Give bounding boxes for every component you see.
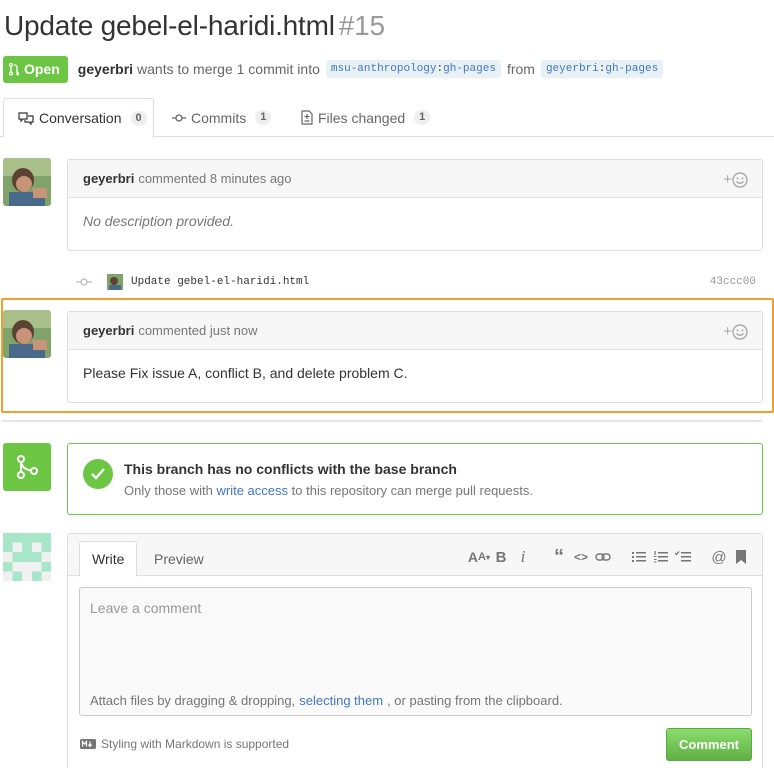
comment-button[interactable]: Comment — [666, 728, 752, 761]
pr-title-text: Update gebel-el-haridi.html — [4, 10, 335, 41]
markdown-icon — [80, 739, 96, 749]
saved-reply-icon[interactable] — [730, 548, 752, 566]
quote-icon[interactable]: “ — [548, 546, 570, 568]
task-list-icon[interactable] — [672, 548, 694, 566]
base-branch-name: gh-pages — [443, 63, 496, 75]
tab-commits-label: Commits — [191, 109, 247, 126]
comment-body: No description provided. — [83, 213, 234, 229]
commit-sha[interactable]: 43ccc00 — [710, 276, 756, 288]
format-tools: A A ▾ B i “ <> @ — [468, 546, 752, 568]
tab-conversation[interactable]: Conversation 0 — [3, 98, 154, 138]
file-attach-area[interactable]: Attach files by dragging & dropping, sel… — [79, 686, 752, 716]
commit-message[interactable]: Update gebel-el-haridi.html — [131, 276, 309, 288]
attach-after: , or pasting from the clipboard. — [387, 693, 563, 708]
code-icon[interactable]: <> — [570, 548, 592, 566]
select-files-link[interactable]: selecting them — [299, 693, 383, 708]
tab-conversation-count: 0 — [130, 110, 147, 126]
merge-sub-before: Only those with — [124, 483, 213, 498]
pr-meta: Open geyerbri wants to merge 1 commit in… — [3, 55, 669, 83]
from-text: from — [506, 61, 535, 77]
pr-title: Update gebel-el-haridi.html #15 — [4, 10, 385, 42]
check-icon — [83, 459, 113, 489]
markdown-help-link[interactable]: Styling with Markdown is supported — [80, 737, 289, 751]
comment-author[interactable]: geyerbri — [83, 171, 134, 186]
tab-write[interactable]: Write — [79, 541, 138, 577]
avatar[interactable] — [3, 158, 51, 206]
pr-number: #15 — [338, 10, 385, 41]
comment-textarea[interactable]: Leave a comment — [79, 587, 752, 687]
commit-author-avatar[interactable] — [107, 274, 123, 290]
comment-header: geyerbri commented 8 minutes ago + — [68, 160, 762, 198]
base-branch: msu-anthropology:gh-pages — [325, 60, 501, 78]
state-badge: Open — [3, 55, 68, 83]
comment-card: geyerbri commented 8 minutes ago + No de… — [67, 159, 763, 251]
tab-files-changed-label: Files changed — [318, 109, 406, 126]
tab-commits[interactable]: Commits 1 — [172, 98, 272, 137]
file-diff-icon — [301, 110, 313, 125]
merge-heading: This branch has no conflicts with the ba… — [124, 461, 457, 477]
write-access-link[interactable]: write access — [217, 483, 289, 498]
merge-text: wants to merge 1 commit into — [137, 61, 320, 77]
merge-subtext: Only those with write access to this rep… — [124, 483, 533, 498]
head-branch: geyerbri:gh-pages — [540, 60, 664, 78]
commit-icon — [172, 113, 186, 122]
unordered-list-icon[interactable] — [628, 548, 650, 566]
merge-icon — [3, 443, 51, 491]
tab-preview[interactable]: Preview — [142, 541, 216, 577]
tab-conversation-label: Conversation — [39, 110, 122, 126]
tab-files-changed[interactable]: Files changed 1 — [301, 98, 431, 137]
comment-time: commented 8 minutes ago — [138, 171, 292, 186]
tab-commits-count: 1 — [255, 110, 272, 125]
bold-icon[interactable]: B — [490, 548, 512, 566]
merge-status-box: This branch has no conflicts with the ba… — [67, 443, 763, 515]
divider — [2, 420, 762, 422]
merge-sub-after: to this repository can merge pull reques… — [291, 483, 533, 498]
state-label: Open — [24, 61, 60, 77]
attach-before: Attach files by dragging & dropping, — [90, 693, 296, 708]
pull-request-icon — [9, 62, 19, 76]
comment-discussion-icon — [18, 112, 34, 125]
commit-icon — [76, 278, 92, 286]
add-reaction-button[interactable]: + — [723, 171, 748, 188]
pr-author-link[interactable]: geyerbri — [78, 61, 133, 77]
avatar[interactable] — [3, 533, 51, 581]
editor-toolbar: Write Preview A A ▾ B i “ <> @ — [68, 534, 762, 577]
ordered-list-icon[interactable] — [650, 548, 672, 566]
highlight-box — [1, 298, 774, 413]
head-branch-user: geyerbri — [545, 63, 599, 75]
markdown-note: Styling with Markdown is supported — [101, 737, 290, 751]
pr-tabs: Conversation 0 Commits 1 Files changed 1 — [0, 98, 774, 138]
italic-icon[interactable]: i — [512, 547, 534, 566]
base-branch-user: msu-anthropology — [330, 63, 437, 75]
text-size-icon[interactable]: A A ▾ — [468, 548, 490, 566]
tab-files-changed-count: 1 — [414, 110, 431, 125]
commit-row: Update gebel-el-haridi.html 43ccc00 — [76, 271, 774, 293]
head-branch-name: gh-pages — [605, 63, 659, 75]
mention-icon[interactable]: @ — [708, 548, 730, 566]
comment-form: Write Preview A A ▾ B i “ <> @ Leave a com… — [67, 533, 763, 768]
link-icon[interactable] — [592, 548, 614, 566]
smiley-icon — [732, 171, 748, 188]
